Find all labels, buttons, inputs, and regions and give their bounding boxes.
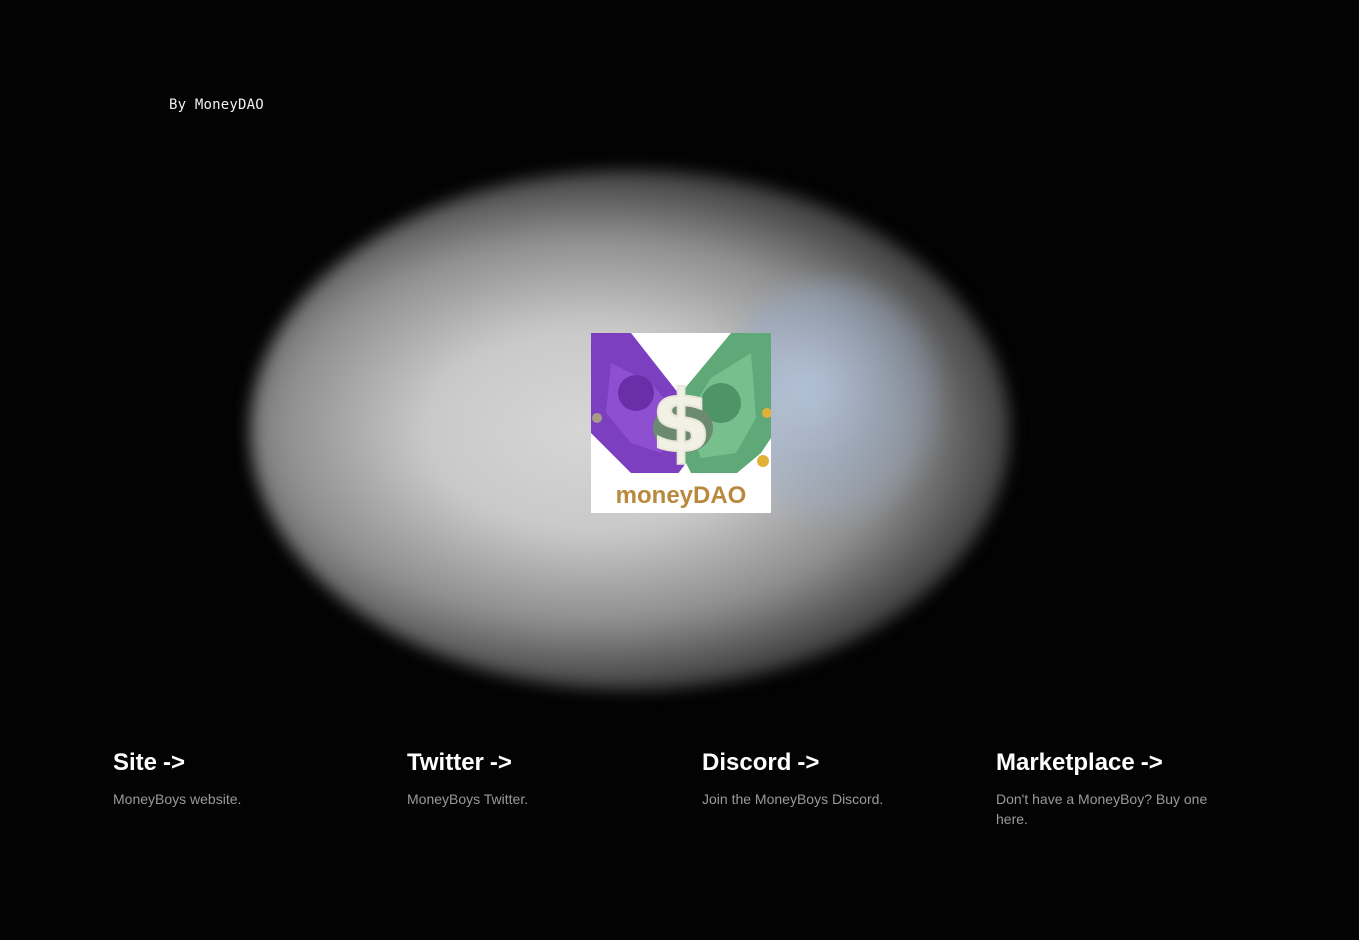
link-cards: Site -> MoneyBoys website. Twitter -> Mone… (113, 745, 1293, 855)
card-title-text: Site (113, 749, 158, 776)
arrow-right-icon: -> (489, 749, 512, 776)
twitter-link-description: MoneyBoys Twitter. (407, 791, 529, 807)
marketplace-link-description: Don't have a MoneyBoy? Buy one here. (996, 791, 1208, 827)
card-title-text: Marketplace (996, 749, 1135, 776)
arrow-right-icon: -> (797, 749, 820, 776)
twitter-link-card[interactable]: Twitter -> MoneyBoys Twitter. (407, 745, 647, 809)
logo-dollar-symbol: $ (651, 372, 711, 472)
discord-link-title[interactable]: Discord -> (702, 745, 942, 781)
arrow-right-icon: -> (1140, 749, 1163, 776)
discord-link-description: Join the MoneyBoys Discord. (702, 791, 884, 807)
site-link-description: MoneyBoys website. (113, 791, 242, 807)
marketplace-link-title[interactable]: Marketplace -> (996, 745, 1236, 781)
site-link-title[interactable]: Site -> (113, 745, 353, 781)
discord-link-card[interactable]: Discord -> Join the MoneyBoys Discord. (702, 745, 942, 809)
moneydao-logo-icon: $ moneyDAO (591, 333, 771, 513)
byline: By MoneyDAO (169, 97, 264, 113)
marketplace-link-card[interactable]: Marketplace -> Don't have a MoneyBoy? Buy… (996, 745, 1236, 829)
card-title-text: Twitter (407, 749, 484, 776)
twitter-link-title[interactable]: Twitter -> (407, 745, 647, 781)
card-title-text: Discord (702, 749, 792, 776)
logo-wordmark: moneyDAO (616, 482, 747, 509)
site-link-card[interactable]: Site -> MoneyBoys website. (113, 745, 353, 809)
arrow-right-icon: -> (163, 749, 186, 776)
